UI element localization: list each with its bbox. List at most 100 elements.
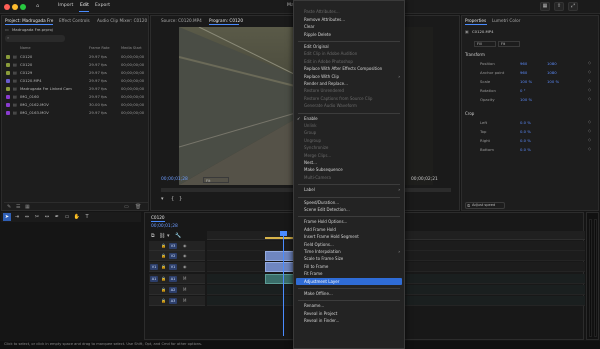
tab-properties[interactable]: Properties [465, 18, 486, 23]
playhead[interactable] [283, 231, 284, 336]
lock-icon[interactable]: 🔒 [161, 287, 166, 292]
tab-program[interactable]: Program: C0120 [209, 18, 243, 23]
menu-item-fill-to-frame[interactable]: Fill to Frame [304, 264, 328, 269]
property-value[interactable]: 0.0 % [520, 138, 531, 143]
list-item[interactable]: ▤ Madrugada Fre Linked Cam 29.97 fps 00;00;… [4, 86, 148, 93]
clip-v2[interactable] [265, 251, 295, 261]
keyframe-icon[interactable]: ◇ [588, 146, 591, 151]
slip-tool-icon[interactable]: ↔ [43, 213, 51, 221]
clip-v1[interactable] [265, 262, 295, 272]
list-item[interactable]: ▤ C0120 29.97 fps 00;00;00;00 [4, 54, 148, 61]
property-value-2[interactable]: 1080 [547, 61, 557, 66]
track-label[interactable]: A2 [169, 287, 177, 293]
fill-button[interactable]: Fill [474, 41, 496, 47]
list-item[interactable]: ▤ IMG_0163.MOV 29.97 fps 00;00;00;00 [4, 110, 148, 117]
menu-item-adjustment-layer[interactable]: Adjustment Layer [304, 279, 339, 284]
track-label[interactable]: A3 [169, 298, 177, 304]
menu-item-scale-to-frame-size[interactable]: Scale to Frame Size [304, 256, 343, 261]
track-select-icon[interactable]: ⇥ [13, 213, 21, 221]
zoom-select[interactable]: Fit [203, 177, 229, 183]
rectangle-tool-icon[interactable]: ▭ [63, 213, 71, 221]
col-name[interactable]: Name [20, 46, 31, 50]
menu-item-add-frame-hold[interactable]: Add Frame Hold [304, 227, 336, 232]
menu-export[interactable]: Export [95, 3, 110, 8]
list-item[interactable]: ▤ IMG_0162.MOV 30.00 fps 00;00;00;00 [4, 102, 148, 109]
tab-sequence[interactable]: C0120 [151, 215, 165, 220]
menu-item-replace-with-after-effects-composition[interactable]: Replace With After Effects Composition [304, 66, 382, 71]
menu-item-nest[interactable]: Nest... [304, 160, 317, 165]
menu-item-scene-edit-detection[interactable]: Scene Edit Detection... [304, 207, 350, 212]
program-timecode-left[interactable]: 00;00;01;28 [161, 177, 188, 182]
clip-a1[interactable] [265, 274, 295, 284]
lock-icon[interactable]: 🔒 [161, 243, 166, 248]
tab-effect-controls[interactable]: Effect Controls [59, 18, 90, 23]
keyframe-icon[interactable]: ◇ [588, 87, 591, 92]
property-value[interactable]: 0.0 % [520, 147, 531, 152]
wrench-icon[interactable]: 🔧 [175, 233, 181, 239]
menu-item-speed-duration[interactable]: Speed/Duration... [304, 200, 339, 205]
list-view-icon[interactable]: ☰ [16, 204, 20, 210]
home-icon[interactable]: ⌂ [36, 3, 39, 9]
list-item[interactable]: ▤ C0120 29.97 fps 00;00;00;00 [4, 62, 148, 69]
menu-item-make-subsequence[interactable]: Make Subsequence [304, 167, 343, 172]
property-value[interactable]: 0 ° [520, 88, 526, 93]
tab-project[interactable]: Project: Madrugada Fre [5, 18, 53, 23]
fit-button[interactable]: Fit [498, 41, 520, 47]
lock-icon[interactable]: 🔒 [161, 253, 166, 258]
lock-icon[interactable]: 🔒 [161, 276, 166, 281]
property-value-2[interactable]: 1080 [547, 70, 557, 75]
eye-icon[interactable]: ◉ [183, 253, 187, 258]
timeline-timecode[interactable]: 00;00;01;28 [151, 224, 178, 229]
mark-in-icon[interactable]: { [171, 196, 174, 202]
selection-tool-icon[interactable]: ➤ [3, 213, 11, 221]
search-input[interactable]: ⌕ [5, 35, 65, 42]
menu-item-make-offline[interactable]: Make Offline... [304, 291, 333, 296]
mic-icon[interactable]: M [183, 287, 186, 292]
lock-icon[interactable]: 🔒 [161, 298, 166, 303]
keyframe-icon[interactable]: ◇ [588, 60, 591, 65]
new-bin-icon[interactable]: ▭ [124, 204, 129, 210]
tab-lumetri-color[interactable]: Lumetri Color [492, 18, 520, 23]
zoom-window-button[interactable] [20, 4, 26, 10]
menu-item-enable[interactable]: Enable [304, 116, 318, 121]
workspace-icon[interactable]: ▦ [540, 2, 550, 11]
col-frame-rate[interactable]: Frame Rate [89, 46, 110, 50]
eye-icon[interactable]: ◉ [183, 243, 187, 248]
export-icon[interactable]: ⇪ [554, 2, 564, 11]
menu-item-insert-frame-hold-segment[interactable]: Insert Frame Hold Segment [304, 234, 359, 239]
menu-item-ripple-delete[interactable]: Ripple Delete [304, 32, 331, 37]
menu-item-clear[interactable]: Clear [304, 24, 314, 29]
section-header[interactable]: Transform [465, 52, 485, 57]
menu-item-fit-frame[interactable]: Fit Frame [304, 271, 322, 276]
menu-import[interactable]: Import [58, 3, 73, 8]
menu-edit[interactable]: Edit [80, 3, 89, 8]
property-value[interactable]: 0.0 % [520, 129, 531, 134]
menu-item-remove-attributes[interactable]: Remove Attributes... [304, 17, 345, 22]
source-patch[interactable]: A1 [150, 276, 158, 282]
minimize-window-button[interactable] [12, 4, 18, 10]
menu-item-edit-original[interactable]: Edit Original [304, 44, 329, 49]
menu-item-replace-with-clip[interactable]: Replace With Clip [304, 74, 339, 79]
property-value[interactable]: 960 [520, 70, 527, 75]
menu-item-reveal-in-finder[interactable]: Reveal in Finder... [304, 318, 339, 323]
playhead-handle[interactable] [280, 231, 287, 236]
keyframe-icon[interactable]: ◇ [588, 119, 591, 124]
col-media-start[interactable]: Media Start [121, 46, 142, 50]
menu-item-render-and-replace[interactable]: Render and Replace... [304, 81, 348, 86]
track-label[interactable]: A1 [169, 276, 177, 282]
mic-icon[interactable]: M [183, 276, 186, 281]
property-value[interactable]: 960 [520, 61, 527, 66]
trash-icon[interactable]: 🗑 [135, 204, 141, 210]
add-marker-icon[interactable]: ▾ [167, 233, 170, 239]
property-value-2[interactable]: 100 % [547, 79, 559, 84]
menu-item-rename[interactable]: Rename... [304, 303, 324, 308]
type-tool-icon[interactable]: T [83, 213, 91, 221]
property-value[interactable]: 0.0 % [520, 120, 531, 125]
linked-selection-icon[interactable]: ⛓ [159, 233, 165, 239]
lock-icon[interactable]: 🔒 [161, 264, 166, 269]
property-value[interactable]: 100 % [520, 79, 532, 84]
keyframe-icon[interactable]: ◇ [588, 78, 591, 83]
menu-item-frame-hold-options[interactable]: Frame Hold Options... [304, 219, 347, 224]
marker-icon[interactable]: ▾ [161, 196, 164, 202]
source-patch[interactable]: V1 [150, 264, 158, 270]
